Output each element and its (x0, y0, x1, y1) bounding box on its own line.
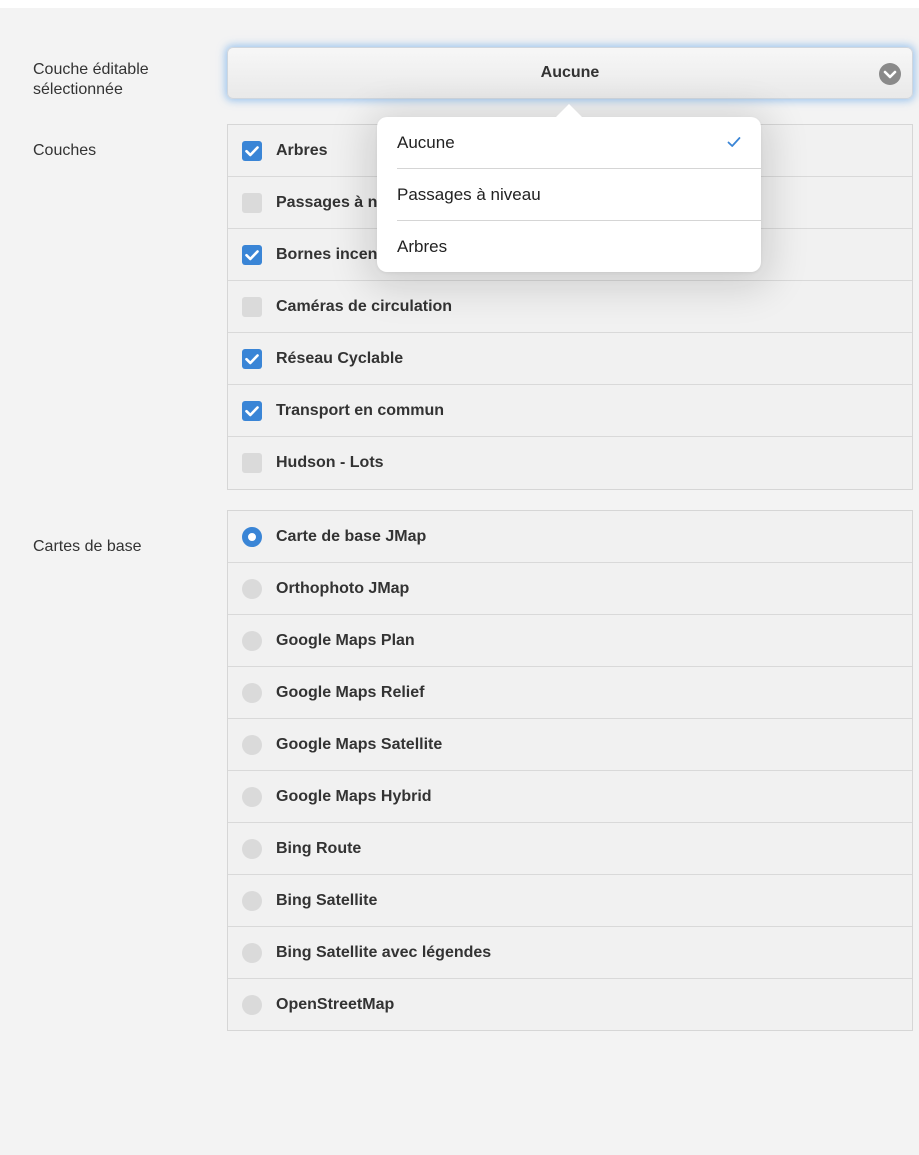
checkbox-checked-icon[interactable] (242, 244, 262, 265)
base-map-row[interactable]: Google Maps Hybrid (228, 771, 912, 823)
base-map-row[interactable]: Google Maps Plan (228, 615, 912, 667)
radio-unselected-icon[interactable] (242, 786, 262, 807)
layer-label: Hudson - Lots (276, 454, 384, 471)
radio-selected-icon[interactable] (242, 526, 262, 547)
editable-layer-dropdown: Aucune Passages à niveau Arbres (377, 104, 761, 273)
base-maps-label: Cartes de base (33, 538, 142, 555)
radio-unselected-icon[interactable] (242, 838, 262, 859)
base-map-label: OpenStreetMap (276, 996, 395, 1013)
base-map-label: Orthophoto JMap (276, 579, 410, 597)
layer-label: Arbres (276, 141, 328, 159)
base-map-label: Bing Satellite avec légendes (276, 943, 492, 961)
layer-row[interactable]: Caméras de circulation (228, 281, 912, 333)
base-maps-list: Carte de base JMap Orthophoto JMap Googl… (227, 510, 913, 1031)
checkbox-checked-icon[interactable] (242, 348, 262, 369)
dropdown-option-trees[interactable]: Arbres (377, 221, 761, 273)
base-map-row[interactable]: Bing Satellite avec légendes (228, 927, 912, 979)
radio-unselected-icon[interactable] (242, 682, 262, 703)
layer-label: Caméras de circulation (276, 297, 453, 315)
radio-unselected-icon[interactable] (242, 995, 262, 1015)
layer-label: Réseau Cyclable (276, 349, 404, 367)
base-map-row[interactable]: Google Maps Relief (228, 667, 912, 719)
layers-label: Couches (33, 142, 97, 159)
base-map-row[interactable]: Google Maps Satellite (228, 719, 912, 771)
base-map-row[interactable]: Bing Satellite (228, 875, 912, 927)
dropdown-option-level-crossings[interactable]: Passages à niveau (397, 169, 761, 221)
layer-row[interactable]: Réseau Cyclable (228, 333, 912, 385)
dropdown-option-label: Passages à niveau (397, 184, 541, 204)
chevron-down-icon (879, 63, 901, 85)
base-map-label: Bing Route (276, 839, 362, 857)
radio-unselected-icon[interactable] (242, 578, 262, 599)
dropdown-option-label: Arbres (397, 237, 448, 256)
checkbox-checked-icon[interactable] (242, 400, 262, 421)
editable-layer-label: Couche éditable sélectionnée (33, 61, 149, 98)
checkbox-unchecked-icon[interactable] (242, 192, 262, 213)
base-map-row[interactable]: Orthophoto JMap (228, 563, 912, 615)
radio-unselected-icon[interactable] (242, 942, 262, 963)
dropdown-option-none[interactable]: Aucune (397, 117, 761, 169)
layer-row[interactable]: Hudson - Lots (228, 437, 912, 489)
editable-layer-value: Aucune (540, 64, 600, 81)
radio-unselected-icon[interactable] (242, 890, 262, 911)
top-band (0, 0, 919, 8)
checkmark-icon (727, 137, 741, 147)
base-map-label: Google Maps Hybrid (276, 787, 432, 805)
radio-unselected-icon[interactable] (242, 630, 262, 651)
layer-row[interactable]: Transport en commun (228, 385, 912, 437)
radio-unselected-icon[interactable] (242, 734, 262, 755)
checkbox-checked-icon[interactable] (242, 140, 262, 161)
base-map-label: Google Maps Plan (276, 631, 415, 649)
checkbox-unchecked-icon[interactable] (242, 453, 262, 473)
base-map-row[interactable]: OpenStreetMap (228, 979, 912, 1031)
base-map-row[interactable]: Carte de base JMap (228, 511, 912, 563)
base-map-label: Google Maps Satellite (276, 735, 443, 753)
base-map-label: Bing Satellite (276, 891, 378, 909)
dropdown-option-label: Aucune (397, 132, 455, 152)
checkbox-unchecked-icon[interactable] (242, 296, 262, 317)
base-map-row[interactable]: Bing Route (228, 823, 912, 875)
popover-arrow (555, 104, 583, 118)
editable-layer-select[interactable]: Aucune (227, 47, 913, 99)
layer-label: Transport en commun (276, 401, 445, 419)
base-map-label: Carte de base JMap (276, 527, 427, 545)
base-map-label: Google Maps Relief (276, 683, 425, 701)
